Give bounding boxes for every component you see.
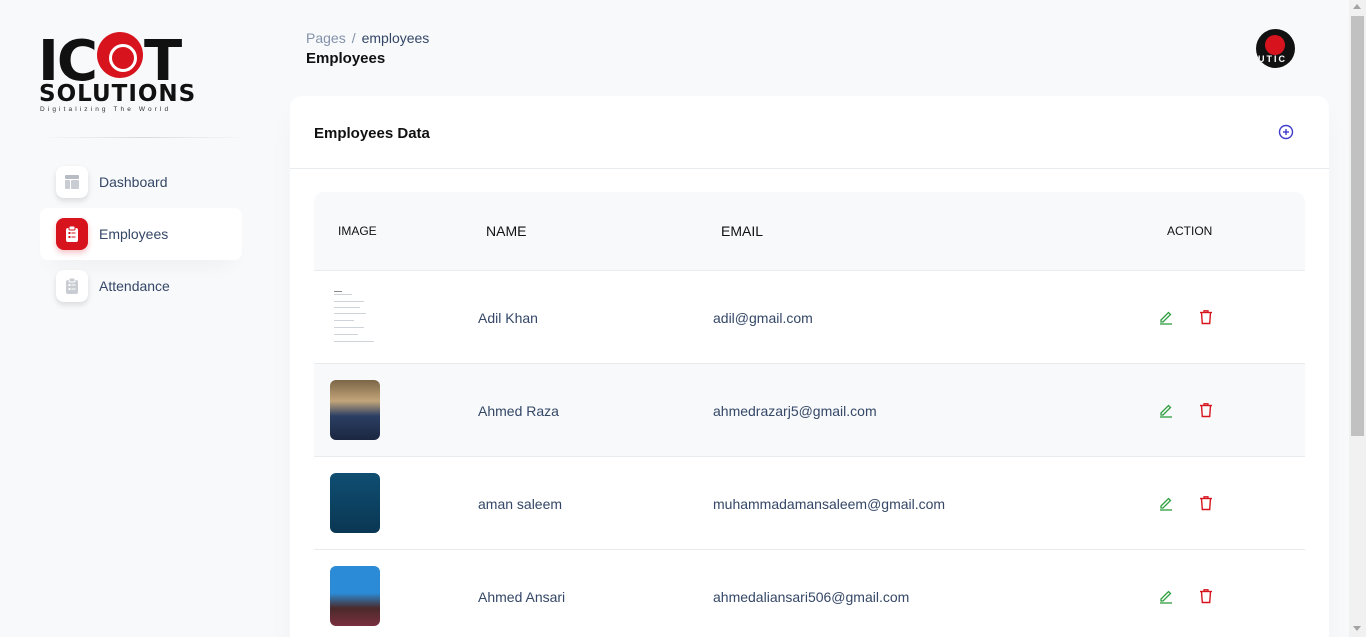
delete-icon[interactable] <box>1198 402 1214 418</box>
table-row: aman saleem muhammadamansaleem@gmail.com <box>314 456 1305 549</box>
avatar[interactable]: UTIC <box>1256 29 1295 68</box>
delete-icon[interactable] <box>1198 309 1214 325</box>
sidebar-divider <box>40 137 248 138</box>
sidebar-item-attendance[interactable]: Attendance <box>40 260 242 312</box>
employee-name: Ahmed Ansari <box>478 588 566 605</box>
employees-card: Employees Data IMAGE NAME EMAIL ACTION A… <box>290 96 1329 637</box>
scrollbar-thumb[interactable] <box>1351 16 1364 436</box>
sidebar-item-label: Dashboard <box>99 174 168 190</box>
edit-icon[interactable] <box>1158 495 1174 511</box>
page-title: Employees <box>306 50 386 67</box>
scrollbar[interactable] <box>1349 0 1366 637</box>
breadcrumb: Pages / employees <box>306 30 429 46</box>
avatar-logo-icon <box>1265 35 1285 55</box>
employee-email: adil@gmail.com <box>713 309 813 326</box>
logo-subtitle: SOLUTIONS <box>39 81 197 107</box>
employee-image <box>330 473 380 533</box>
avatar-text: UTIC <box>1258 54 1287 64</box>
table-header: IMAGE NAME EMAIL ACTION <box>314 192 1305 270</box>
employee-name: Adil Khan <box>478 309 538 326</box>
breadcrumb-root[interactable]: Pages <box>306 30 346 46</box>
scroll-down-arrow-icon[interactable] <box>1353 626 1361 631</box>
edit-icon[interactable] <box>1158 588 1174 604</box>
delete-icon[interactable] <box>1198 495 1214 511</box>
scroll-up-arrow-icon[interactable] <box>1353 4 1361 9</box>
sidebar-item-label: Employees <box>99 226 169 242</box>
clipboard-list-icon <box>56 270 88 302</box>
card-title: Employees Data <box>314 125 430 142</box>
company-logo[interactable]: IC T SOLUTIONS Digitalizing The World <box>38 32 200 116</box>
column-header-email: EMAIL <box>721 223 764 239</box>
sidebar: IC T SOLUTIONS Digitalizing The World Das… <box>0 0 262 637</box>
employees-table: IMAGE NAME EMAIL ACTION Adil Khan adil@g… <box>314 192 1305 637</box>
employee-email: ahmedrazarj5@gmail.com <box>713 402 877 419</box>
employee-name: Ahmed Raza <box>478 402 559 419</box>
employee-image <box>330 380 380 440</box>
breadcrumb-separator: / <box>351 30 356 46</box>
sidebar-nav: Dashboard Employees Attendance <box>40 156 242 312</box>
delete-icon[interactable] <box>1198 588 1214 604</box>
table-row: Ahmed Ansari ahmedaliansari506@gmail.com <box>314 549 1305 637</box>
sidebar-item-employees[interactable]: Employees <box>40 208 242 260</box>
sidebar-item-label: Attendance <box>99 278 170 294</box>
sidebar-item-dashboard[interactable]: Dashboard <box>40 156 242 208</box>
employee-email: ahmedaliansari506@gmail.com <box>713 588 910 605</box>
employee-image <box>330 287 380 347</box>
table-row: Ahmed Raza ahmedrazarj5@gmail.com <box>314 363 1305 456</box>
employee-image <box>330 566 380 626</box>
plus-circle-icon[interactable] <box>1278 124 1294 140</box>
table-row: Adil Khan adil@gmail.com <box>314 270 1305 363</box>
breadcrumb-current: employees <box>361 30 430 46</box>
dashboard-icon <box>56 166 88 198</box>
column-header-name: NAME <box>486 223 527 239</box>
clipboard-list-icon <box>56 218 88 250</box>
column-header-image: IMAGE <box>338 224 377 238</box>
logo-tagline: Digitalizing The World <box>40 106 172 113</box>
edit-icon[interactable] <box>1158 402 1174 418</box>
column-header-action: ACTION <box>1167 224 1213 238</box>
card-header: Employees Data <box>290 96 1329 169</box>
employee-email: muhammadamansaleem@gmail.com <box>713 495 946 512</box>
edit-icon[interactable] <box>1158 309 1174 325</box>
employee-name: aman saleem <box>478 495 563 512</box>
